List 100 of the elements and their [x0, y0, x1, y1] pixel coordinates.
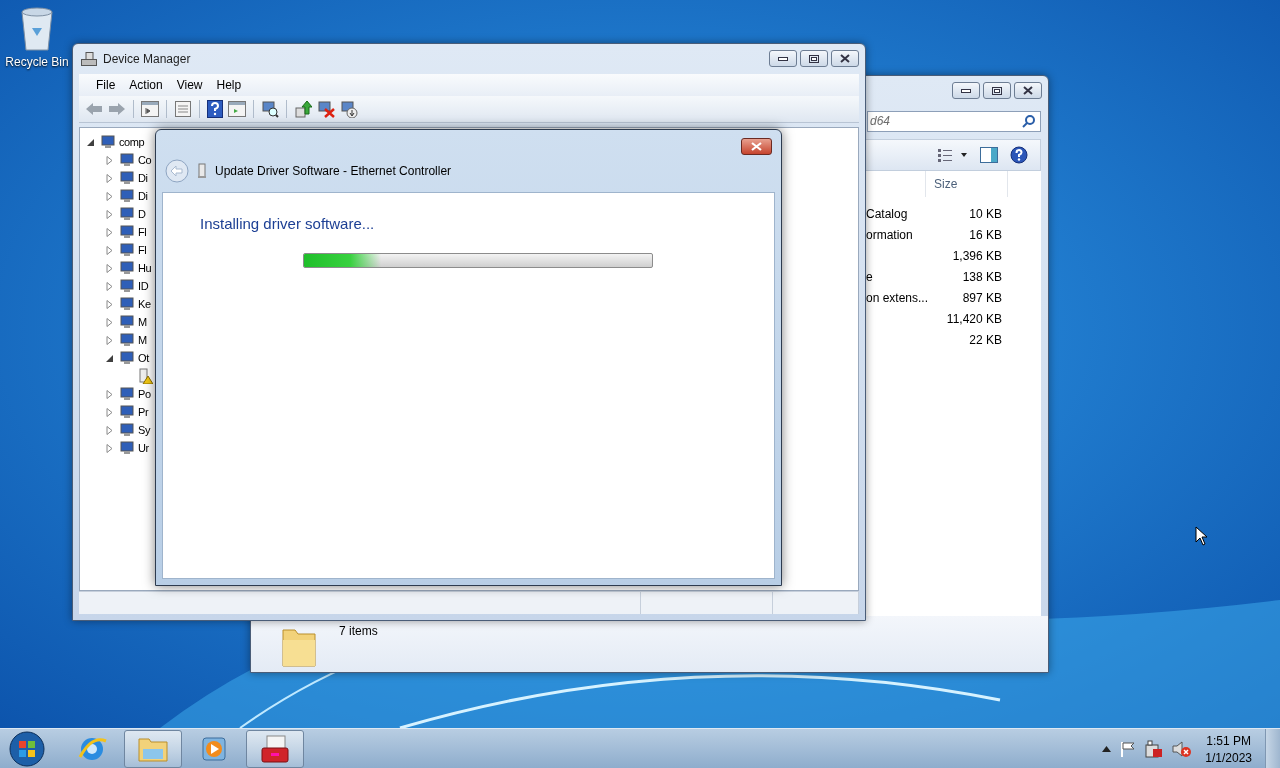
tree-item[interactable]: Co — [138, 154, 152, 166]
collapsed-arrow-icon[interactable] — [105, 155, 114, 165]
maximize-button[interactable] — [983, 82, 1011, 99]
device-icon — [118, 441, 134, 455]
device-icon — [118, 189, 134, 203]
device-icon — [118, 405, 134, 419]
device-icon — [118, 297, 134, 311]
menu-item[interactable]: File — [89, 78, 123, 92]
show-hidden-icons-icon[interactable] — [1102, 746, 1112, 752]
collapsed-arrow-icon[interactable] — [105, 281, 114, 291]
tree-item[interactable]: D — [138, 208, 146, 220]
taskbar-button[interactable] — [124, 730, 182, 768]
collapsed-arrow-icon[interactable] — [105, 425, 114, 435]
tree-item[interactable]: Po — [138, 388, 151, 400]
tree-item[interactable]: Fl — [138, 244, 147, 256]
tree-item[interactable]: M — [138, 334, 147, 346]
start-button[interactable] — [7, 729, 47, 768]
properties-icon[interactable] — [174, 101, 192, 117]
disable-device-icon[interactable] — [340, 100, 358, 118]
close-button[interactable] — [1014, 82, 1042, 99]
tree-item[interactable]: Ke — [138, 298, 151, 310]
collapsed-arrow-icon[interactable] — [105, 209, 114, 219]
media-player-icon — [200, 735, 228, 763]
tree-item[interactable]: Di — [138, 190, 148, 202]
window-title: Device Manager — [103, 52, 191, 66]
file-name: ormation — [866, 227, 913, 242]
muted-speaker-icon[interactable] — [1172, 740, 1193, 758]
tree-item[interactable]: Pr — [138, 406, 149, 418]
help-icon[interactable] — [207, 100, 223, 118]
menu-item[interactable]: View — [169, 78, 210, 92]
tree-item[interactable]: Hu — [138, 262, 152, 274]
maximize-button[interactable] — [800, 50, 828, 67]
date: 1/1/2023 — [1205, 750, 1252, 765]
item-count: 7 items — [339, 624, 378, 640]
toolbox-icon — [259, 734, 291, 764]
action-pane-icon[interactable] — [228, 101, 246, 117]
minimize-icon — [778, 56, 788, 61]
update-driver-icon[interactable] — [294, 100, 312, 118]
device-icon — [118, 387, 134, 401]
expanded-arrow-icon[interactable] — [86, 137, 95, 147]
folder-icon — [137, 735, 169, 763]
collapsed-arrow-icon[interactable] — [105, 245, 114, 255]
collapsed-arrow-icon[interactable] — [105, 299, 114, 309]
network-error-icon[interactable] — [1145, 740, 1164, 758]
console-tree-icon[interactable] — [141, 101, 159, 117]
close-button[interactable] — [741, 138, 772, 155]
tree-item[interactable]: Di — [138, 172, 148, 184]
preview-pane-icon[interactable] — [980, 147, 998, 163]
minimize-button[interactable] — [952, 82, 980, 99]
tree-item[interactable]: Sy — [138, 424, 151, 436]
collapsed-arrow-icon[interactable] — [105, 407, 114, 417]
close-icon — [751, 142, 762, 151]
tree-item[interactable]: ID — [138, 280, 149, 292]
close-button[interactable] — [831, 50, 859, 67]
menu-item[interactable]: Help — [209, 78, 249, 92]
collapsed-arrow-icon[interactable] — [105, 191, 114, 201]
back-arrow-icon[interactable] — [85, 102, 103, 116]
tree-item[interactable]: Ot — [138, 352, 149, 364]
uninstall-icon[interactable] — [317, 100, 335, 118]
forward-arrow-icon[interactable] — [108, 102, 126, 116]
collapsed-arrow-icon[interactable] — [105, 389, 114, 399]
minimize-icon — [961, 88, 971, 93]
device-icon — [118, 333, 134, 347]
tree-item[interactable]: Fl — [138, 226, 147, 238]
minimize-button[interactable] — [769, 50, 797, 67]
menu-item[interactable]: Action — [122, 78, 170, 92]
device-icon — [118, 243, 134, 257]
computer-icon — [81, 52, 97, 66]
device-icon — [118, 225, 134, 239]
close-icon — [840, 54, 850, 63]
file-size: 16 KB — [969, 227, 1002, 242]
view-options-icon[interactable] — [938, 148, 968, 162]
column-header[interactable]: Size — [926, 171, 1008, 197]
device-icon — [118, 153, 134, 167]
file-size: 22 KB — [969, 332, 1002, 347]
back-button[interactable] — [165, 159, 189, 183]
taskbar-button[interactable] — [246, 730, 304, 768]
tree-item[interactable]: comp — [119, 136, 145, 148]
collapsed-arrow-icon[interactable] — [105, 335, 114, 345]
collapsed-arrow-icon[interactable] — [105, 263, 114, 273]
collapsed-arrow-icon[interactable] — [105, 443, 114, 453]
close-icon — [1023, 86, 1033, 95]
tree-item[interactable]: M — [138, 316, 147, 328]
flag-icon[interactable] — [1120, 741, 1137, 757]
help-icon[interactable] — [1010, 146, 1028, 164]
scan-hardware-icon[interactable] — [261, 100, 279, 118]
search-field[interactable]: d64 — [867, 110, 1041, 132]
collapsed-arrow-icon[interactable] — [105, 317, 114, 327]
expanded-arrow-icon[interactable] — [105, 353, 114, 363]
collapsed-arrow-icon[interactable] — [105, 173, 114, 183]
file-name: Catalog — [866, 206, 908, 221]
device-icon — [118, 261, 134, 275]
tree-item[interactable]: Ur — [138, 442, 149, 454]
file-size: 10 KB — [969, 206, 1002, 221]
recycle-bin-icon[interactable] — [18, 6, 56, 52]
file-size: 897 KB — [962, 290, 1002, 305]
device-icon — [118, 315, 134, 329]
collapsed-arrow-icon[interactable] — [105, 227, 114, 237]
clock[interactable]: 1:51 PM 1/1/2023 — [1205, 733, 1252, 765]
device-icon — [118, 279, 134, 293]
